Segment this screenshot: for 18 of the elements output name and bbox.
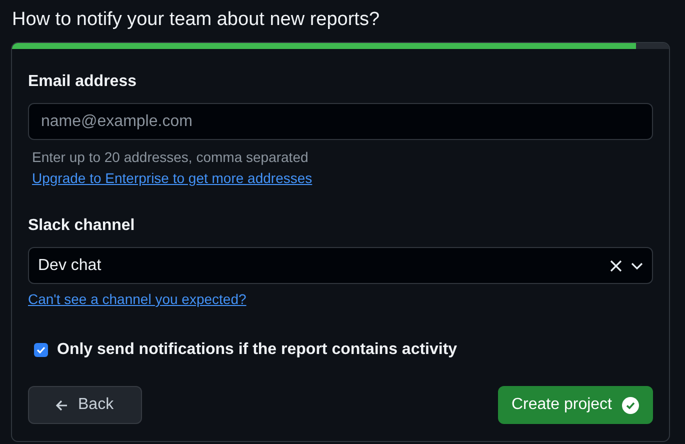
chevron-down-icon[interactable] [631,262,643,270]
upgrade-link[interactable]: Upgrade to Enterprise to get more addresses [32,170,312,186]
email-field[interactable]: name@example.com [28,103,653,140]
checkbox[interactable] [34,343,48,357]
field-label: Email address [28,72,138,92]
help-link[interactable]: Can't see a channel you expected? [28,291,246,307]
field-label: Slack channel [28,216,136,236]
back-button[interactable]: Back [28,386,142,424]
page-title: How to notify your team about new reports? [12,8,381,32]
help-text: Enter up to 20 addresses, comma separated [32,148,310,167]
selected-value: Dev chat [38,256,102,276]
channel-select[interactable]: Dev chat [28,247,653,284]
checkmark-icon [36,345,46,355]
clear-icon[interactable] [610,260,622,272]
arrow-left-icon [56,400,68,410]
create-project-button[interactable]: Create project [498,386,653,424]
check-circle-icon [622,396,639,414]
checkbox-label: Only send notifications if the report contains activity [57,340,458,360]
